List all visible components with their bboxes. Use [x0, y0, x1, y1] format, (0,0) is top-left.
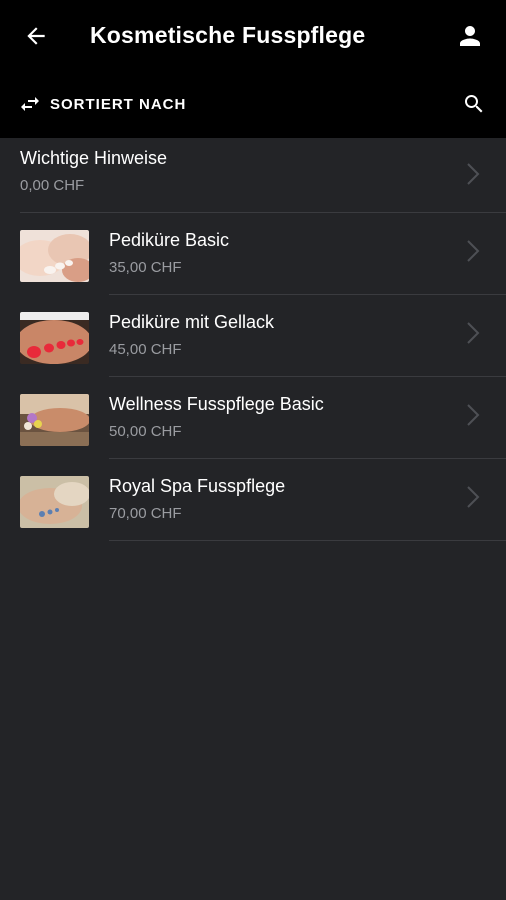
chevron-right-icon — [467, 322, 480, 344]
item-name: Wellness Fusspflege Basic — [109, 394, 324, 414]
app-header: Kosmetische Fusspflege SORTIERT NACH — [0, 0, 506, 138]
top-bar: Kosmetische Fusspflege — [0, 0, 506, 72]
item-price: 35,00 CHF — [109, 259, 182, 276]
item-name: Wichtige Hinweise — [20, 148, 168, 168]
divider — [109, 540, 506, 541]
sort-bar: SORTIERT NACH — [0, 86, 506, 122]
service-list: Wichtige Hinweise 0,00 CHF Pediküre Basi… — [0, 138, 506, 541]
arrow-left-icon — [27, 27, 45, 45]
item-price: 0,00 CHF — [20, 177, 85, 194]
list-item-wellness-fusspflege[interactable]: Wellness Fusspflege Basic 50,00 CHF — [0, 377, 506, 459]
chevron-right-icon — [467, 486, 480, 508]
back-button[interactable] — [20, 20, 52, 52]
page-title: Kosmetische Fusspflege — [90, 22, 366, 48]
list-item-royal-spa[interactable]: Royal Spa Fusspflege 70,00 CHF — [0, 459, 506, 541]
chevron-right-icon — [467, 240, 480, 262]
item-thumbnail — [20, 394, 89, 446]
search-button[interactable] — [460, 90, 488, 118]
profile-button[interactable] — [454, 20, 486, 52]
list-item-wichtige-hinweise[interactable]: Wichtige Hinweise 0,00 CHF — [0, 138, 506, 213]
item-name: Pediküre mit Gellack — [109, 312, 275, 332]
swap-arrows-icon — [21, 97, 39, 111]
sort-label: SORTIERT NACH — [50, 95, 187, 113]
person-icon — [460, 26, 480, 46]
list-item-pedikuere-gellack[interactable]: Pediküre mit Gellack 45,00 CHF — [0, 295, 506, 377]
chevron-right-icon — [467, 404, 480, 426]
item-thumbnail — [20, 230, 89, 282]
item-name: Royal Spa Fusspflege — [109, 476, 286, 496]
list-item-pedikuere-basic[interactable]: Pediküre Basic 35,00 CHF — [0, 213, 506, 295]
item-name: Pediküre Basic — [109, 230, 230, 250]
item-thumbnail — [20, 312, 89, 364]
item-price: 50,00 CHF — [109, 423, 182, 440]
item-thumbnail — [20, 476, 89, 528]
sort-button[interactable]: SORTIERT NACH — [18, 86, 186, 122]
item-price: 45,00 CHF — [109, 341, 182, 358]
item-price: 70,00 CHF — [109, 505, 182, 522]
search-icon — [465, 95, 483, 113]
chevron-right-icon — [467, 163, 480, 185]
